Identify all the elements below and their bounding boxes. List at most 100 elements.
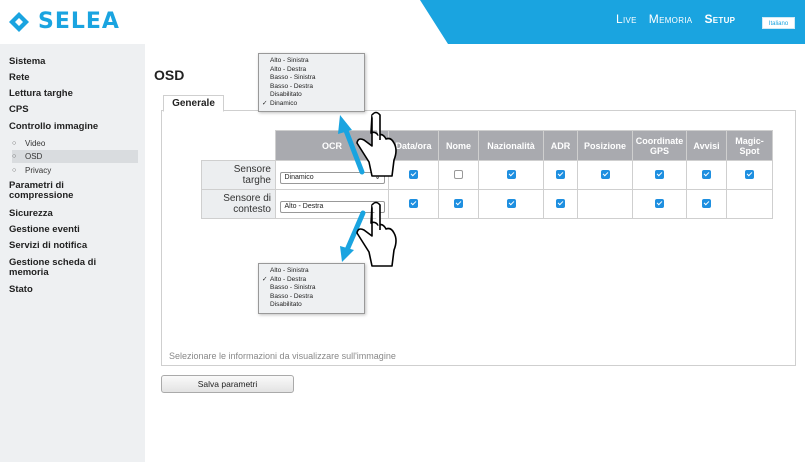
ocr-select-targhe[interactable]: Dinamico ⇕ — [279, 172, 385, 184]
bullet-icon: ○ — [12, 153, 17, 160]
checkbox[interactable] — [556, 199, 565, 209]
option-label: Alto - Sinistra — [270, 57, 309, 64]
dropdown-option-selected[interactable]: ✓ Dinamico — [259, 100, 364, 109]
sidebar-subitem-video[interactable]: ○ Video — [12, 139, 46, 148]
nav-live[interactable]: Live — [616, 12, 637, 26]
checkbox[interactable] — [702, 170, 711, 180]
sidebar-item-parametri-compressione[interactable]: Parametri di compressione — [9, 181, 73, 201]
sidebar-subitem-label: OSD — [25, 152, 43, 161]
brand-name: SELEA — [38, 9, 120, 34]
sidebar-item-gestione-eventi[interactable]: Gestione eventi — [9, 225, 80, 235]
bullet-icon: ○ — [12, 140, 17, 147]
dropdown-option[interactable]: Disabilitato — [259, 301, 364, 310]
checkbox[interactable] — [409, 170, 418, 180]
check-cell — [438, 189, 479, 219]
dropdown-option-selected[interactable]: ✓ Alto - Destra — [259, 276, 364, 285]
dropdown-option[interactable]: Basso - Destra — [259, 293, 364, 302]
select-arrows-icon: ⇕ — [374, 203, 381, 210]
sidebar-subitem-label: Video — [25, 139, 46, 148]
table-corner — [201, 130, 276, 161]
hint-text: Selezionare le informazioni da visualizz… — [169, 351, 396, 361]
checkbox[interactable] — [745, 170, 754, 180]
dropdown-option[interactable]: Basso - Destra — [259, 83, 364, 92]
ocr-dropdown-bottom: Alto - Sinistra ✓ Alto - Destra Basso - S… — [258, 263, 365, 314]
nav-setup[interactable]: Setup — [704, 12, 735, 26]
sidebar-item-servizi-notifica[interactable]: Servizi di notifica — [9, 241, 87, 251]
option-label: Basso - Destra — [270, 82, 313, 90]
sidebar-subitem-privacy[interactable]: ○ Privacy — [12, 166, 52, 175]
option-label: Disabilitato — [270, 301, 302, 308]
nav-memoria[interactable]: Memoria — [649, 12, 693, 26]
sidebar-item-sicurezza[interactable]: Sicurezza — [9, 209, 53, 219]
sidebar-item-label: compressione — [9, 190, 74, 201]
check-cell — [438, 160, 479, 190]
check-cell — [478, 160, 544, 190]
dropdown-option[interactable]: Alto - Sinistra — [259, 57, 364, 66]
checkbox[interactable] — [506, 170, 516, 180]
check-cell — [686, 189, 727, 219]
checkbox[interactable] — [655, 170, 664, 180]
select-value: Alto - Destra — [284, 203, 324, 210]
check-cell — [577, 160, 633, 190]
select-arrows-icon: ⇕ — [374, 174, 381, 181]
osd-table: OCR Data/ora Nome Nazionalità ADR Posizi… — [201, 130, 773, 219]
ocr-select-contesto[interactable]: Alto - Destra ⇕ — [279, 201, 385, 213]
dropdown-option[interactable]: Basso - Sinistra — [259, 74, 364, 83]
checkmark-icon: ✓ — [262, 99, 268, 107]
checkbox[interactable] — [506, 199, 516, 209]
checkbox[interactable] — [409, 199, 418, 209]
check-cell — [726, 160, 773, 190]
row-label: Sensore di contesto — [201, 189, 276, 219]
dropdown-option[interactable]: Disabilitato — [259, 91, 364, 100]
check-cell — [632, 160, 687, 190]
check-cell — [388, 160, 439, 190]
checkbox[interactable] — [454, 170, 463, 180]
option-label: Basso - Sinistra — [270, 74, 316, 81]
column-header: Magic-Spot — [726, 130, 773, 161]
sidebar-item-lettura-targhe[interactable]: Lettura targhe — [9, 89, 73, 99]
header: SELEA Live Memoria Setup Italiano — [0, 0, 805, 44]
option-label: Basso - Destra — [270, 292, 313, 300]
checkbox[interactable] — [454, 199, 463, 209]
row-label: Sensore targhe — [201, 160, 276, 190]
sidebar-item-stato[interactable]: Stato — [9, 285, 33, 295]
top-nav: Live Memoria Setup — [616, 12, 735, 26]
column-header: Nome — [438, 130, 479, 161]
column-header: OCR — [275, 130, 389, 161]
option-label: Alto - Destra — [270, 65, 307, 73]
column-header: Coordinate GPS — [632, 130, 687, 161]
sidebar-item-gestione-scheda[interactable]: Gestione scheda di memoria — [9, 258, 96, 278]
check-cell-empty — [726, 189, 773, 219]
checkbox[interactable] — [600, 170, 610, 180]
column-header: Nazionalità — [478, 130, 544, 161]
checkbox[interactable] — [702, 199, 711, 209]
sidebar-item-sistema[interactable]: Sistema — [9, 57, 45, 67]
dropdown-option[interactable]: Alto - Destra — [259, 66, 364, 75]
sidebar-subitem-osd[interactable]: ○ OSD — [12, 152, 43, 161]
checkbox[interactable] — [556, 170, 565, 180]
ocr-cell: Dinamico ⇕ — [275, 160, 389, 190]
option-label: Alto - Destra — [270, 275, 307, 283]
sidebar-item-controllo-immagine[interactable]: Controllo immagine — [9, 122, 98, 132]
checkbox[interactable] — [655, 199, 664, 209]
check-cell-empty — [577, 189, 633, 219]
option-label: Alto - Sinistra — [270, 267, 309, 274]
column-header: ADR — [543, 130, 578, 161]
column-header: Data/ora — [388, 130, 439, 161]
sidebar-item-cps[interactable]: CPS — [9, 105, 29, 115]
tab-generale[interactable]: Generale — [163, 95, 224, 112]
sidebar-subitem-label: Privacy — [25, 166, 52, 175]
table-row: Sensore targhe Dinamico ⇕ — [201, 160, 773, 190]
check-cell — [388, 189, 439, 219]
checkmark-icon: ✓ — [262, 275, 268, 283]
save-button[interactable]: Salva parametri — [161, 375, 294, 393]
dropdown-option[interactable]: Basso - Sinistra — [259, 284, 364, 293]
logo[interactable]: SELEA — [8, 9, 120, 34]
dropdown-option[interactable]: Alto - Sinistra — [259, 267, 364, 276]
table-row: Sensore di contesto Alto - Destra ⇕ — [201, 189, 773, 219]
sidebar-item-rete[interactable]: Rete — [9, 73, 30, 83]
ocr-cell: Alto - Destra ⇕ — [275, 189, 389, 219]
check-cell — [543, 160, 578, 190]
language-select[interactable]: Italiano — [762, 17, 795, 29]
check-cell — [686, 160, 727, 190]
